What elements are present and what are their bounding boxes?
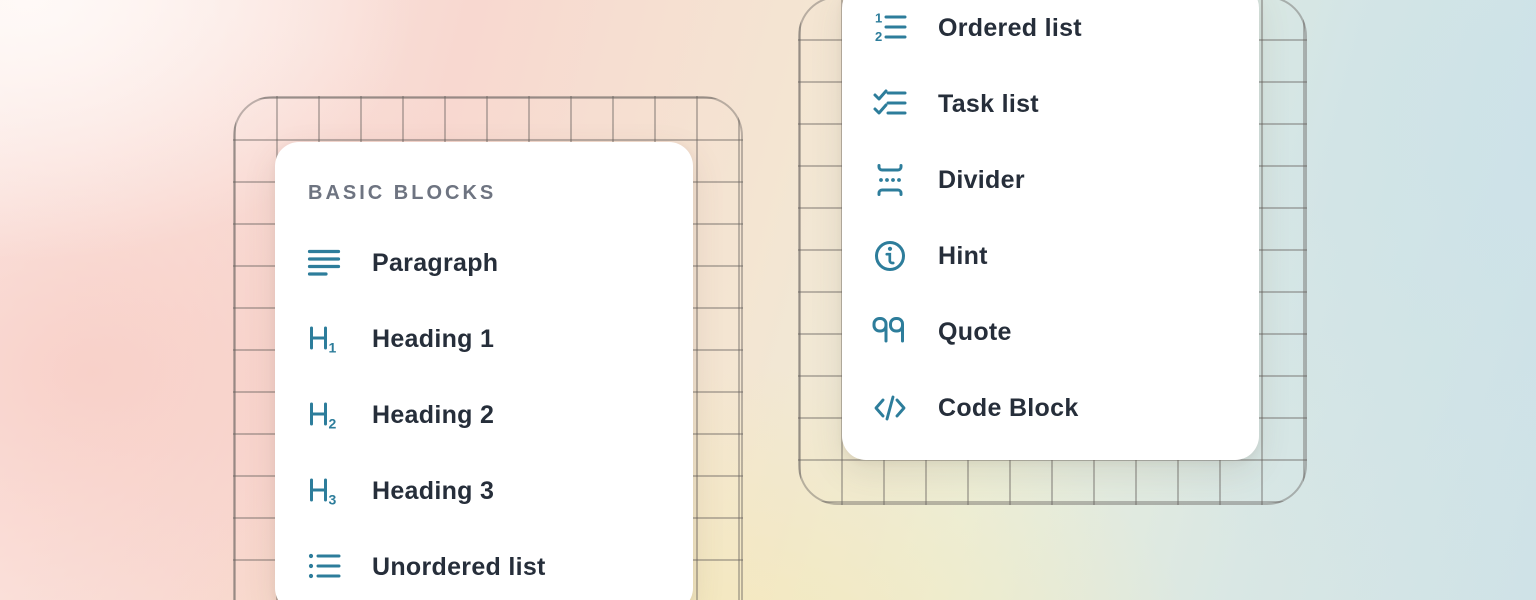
menu-item-task-list[interactable]: Task list <box>842 66 1259 142</box>
menu-item-label: Unordered list <box>372 553 546 582</box>
svg-text:3: 3 <box>329 492 337 508</box>
menu-item-label: Hint <box>938 242 988 271</box>
menu-item-label: Task list <box>938 90 1039 119</box>
menu-item-label: Heading 2 <box>372 401 494 430</box>
hint-icon <box>872 238 908 274</box>
heading-3-icon: 3 <box>306 473 342 509</box>
menu-item-ordered-list[interactable]: 1 2 Ordered list <box>842 0 1259 66</box>
menu-item-paragraph[interactable]: Paragraph <box>275 225 693 301</box>
menu-item-heading-1[interactable]: 1 Heading 1 <box>275 301 693 377</box>
basic-blocks-menu: BASIC BLOCKS Paragraph 1 <box>275 142 693 600</box>
menu-item-label: Paragraph <box>372 249 498 278</box>
menu-item-heading-2[interactable]: 2 Heading 2 <box>275 377 693 453</box>
menu-item-unordered-list[interactable]: Unordered list <box>275 529 693 600</box>
menu-item-label: Quote <box>938 318 1012 347</box>
heading-1-icon: 1 <box>306 321 342 357</box>
blocks-menu-continued: 1 2 Ordered list Task list <box>842 0 1259 460</box>
menu-item-label: Ordered list <box>938 14 1082 43</box>
code-block-icon <box>872 390 908 426</box>
menu-item-hint[interactable]: Hint <box>842 218 1259 294</box>
heading-2-icon: 2 <box>306 397 342 433</box>
menu-item-label: Heading 3 <box>372 477 494 506</box>
unordered-list-icon <box>306 549 342 585</box>
editor-block-picker-illustration: BASIC BLOCKS Paragraph 1 <box>0 0 1536 600</box>
menu-item-label: Divider <box>938 166 1025 195</box>
menu-item-code-block[interactable]: Code Block <box>842 370 1259 446</box>
divider-icon <box>872 162 908 198</box>
svg-text:2: 2 <box>875 29 882 44</box>
menu-item-label: Heading 1 <box>372 325 494 354</box>
menu-item-divider[interactable]: Divider <box>842 142 1259 218</box>
menu-item-heading-3[interactable]: 3 Heading 3 <box>275 453 693 529</box>
paragraph-icon <box>306 245 342 281</box>
svg-text:2: 2 <box>329 416 337 432</box>
section-label: BASIC BLOCKS <box>308 178 693 208</box>
menu-item-quote[interactable]: Quote <box>842 294 1259 370</box>
quote-icon <box>872 314 908 350</box>
svg-text:1: 1 <box>875 11 882 26</box>
ordered-list-icon: 1 2 <box>872 10 908 46</box>
svg-text:1: 1 <box>329 340 337 356</box>
task-list-icon <box>872 86 908 122</box>
menu-item-label: Code Block <box>938 394 1079 423</box>
